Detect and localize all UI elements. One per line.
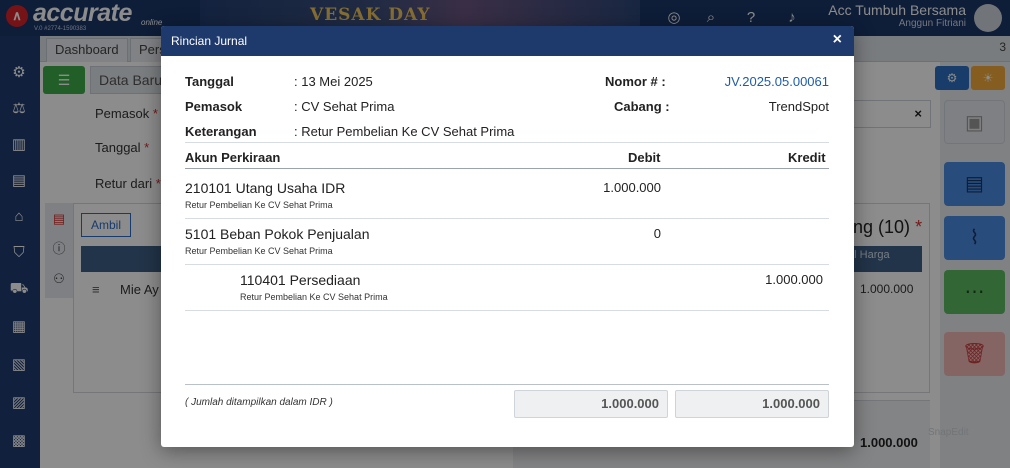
tanggal-label: Tanggal [185, 74, 234, 89]
pemasok-label: Pemasok [185, 99, 243, 114]
kredit-column-header: Kredit [788, 150, 826, 165]
nomor-value-link[interactable]: JV.2025.05.00061 [725, 74, 829, 89]
row-divider [185, 310, 829, 311]
account-code: 210101 [185, 180, 232, 196]
debit-column-header: Debit [628, 150, 661, 165]
pemasok-value: : CV Sehat Prima [294, 99, 395, 114]
table-header-divider [185, 168, 829, 169]
account-name: Persediaan [289, 272, 361, 288]
akun-column-header: Akun Perkiraan [185, 150, 281, 165]
journal-row-kredit: 1.000.000 [765, 272, 823, 287]
footer-divider [185, 384, 829, 385]
rincian-jurnal-modal: Rincian Jurnal × Tanggal : 13 Mei 2025 P… [161, 26, 854, 447]
keterangan-label: Keterangan [185, 124, 257, 139]
keterangan-value: : Retur Pembelian Ke CV Sehat Prima [294, 124, 515, 139]
journal-row-debit: 1.000.000 [603, 180, 661, 195]
table-top-divider [185, 142, 829, 143]
tanggal-value: : 13 Mei 2025 [294, 74, 373, 89]
journal-row-account: 5101 Beban Pokok Penjualan [185, 226, 370, 242]
row-divider [185, 264, 829, 265]
account-code: 110401 [240, 272, 286, 288]
account-name: Utang Usaha IDR [235, 180, 346, 196]
journal-row-account: 210101 Utang Usaha IDR [185, 180, 345, 196]
journal-row-desc: Retur Pembelian Ke CV Sehat Prima [185, 246, 333, 256]
modal-header: Rincian Jurnal × [161, 26, 854, 56]
nomor-label: Nomor # : [605, 74, 666, 89]
journal-row-desc: Retur Pembelian Ke CV Sehat Prima [240, 292, 388, 302]
cabang-value: TrendSpot [768, 99, 829, 114]
close-icon[interactable]: × [833, 31, 842, 49]
account-name: Beban Pokok Penjualan [220, 226, 370, 242]
journal-row-account: 110401 Persediaan [240, 272, 360, 288]
journal-row-desc: Retur Pembelian Ke CV Sehat Prima [185, 200, 333, 210]
total-kredit-field: 1.000.000 [675, 390, 829, 418]
row-divider [185, 218, 829, 219]
journal-row-debit: 0 [653, 226, 661, 241]
cabang-label: Cabang : [614, 99, 670, 114]
account-code: 5101 [185, 226, 217, 242]
currency-note: ( Jumlah ditampilkan dalam IDR ) [185, 397, 333, 408]
total-debit-field: 1.000.000 [514, 390, 668, 418]
modal-title: Rincian Jurnal [171, 34, 248, 48]
